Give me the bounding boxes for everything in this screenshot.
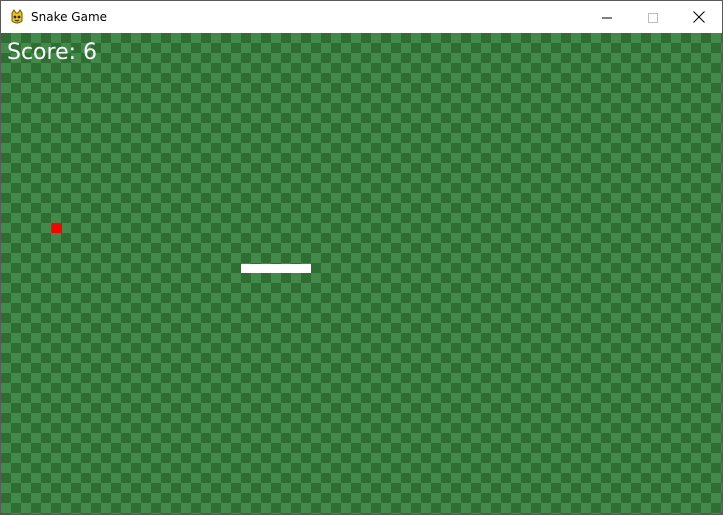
snake-body	[241, 264, 311, 273]
snake-segment	[261, 264, 271, 273]
maximize-button[interactable]	[630, 1, 676, 33]
score-display: Score: 6	[7, 40, 98, 65]
food-pellet	[52, 223, 62, 233]
snake-segment	[301, 264, 311, 273]
snake-segment	[281, 264, 291, 273]
game-window: Snake Game Score: 6	[0, 0, 723, 515]
close-icon	[693, 8, 705, 27]
pygame-snake-icon	[9, 9, 25, 25]
close-button[interactable]	[676, 1, 722, 33]
snake-segment	[241, 264, 251, 273]
maximize-icon	[648, 8, 658, 27]
snake-segment	[291, 264, 301, 273]
snake-segment	[251, 264, 261, 273]
game-board[interactable]: Score: 6	[1, 33, 722, 514]
window-title: Snake Game	[31, 10, 108, 24]
title-bar[interactable]: Snake Game	[1, 1, 722, 33]
minimize-button[interactable]	[584, 1, 630, 33]
snake-segment	[271, 264, 281, 273]
minimize-icon	[602, 8, 612, 27]
